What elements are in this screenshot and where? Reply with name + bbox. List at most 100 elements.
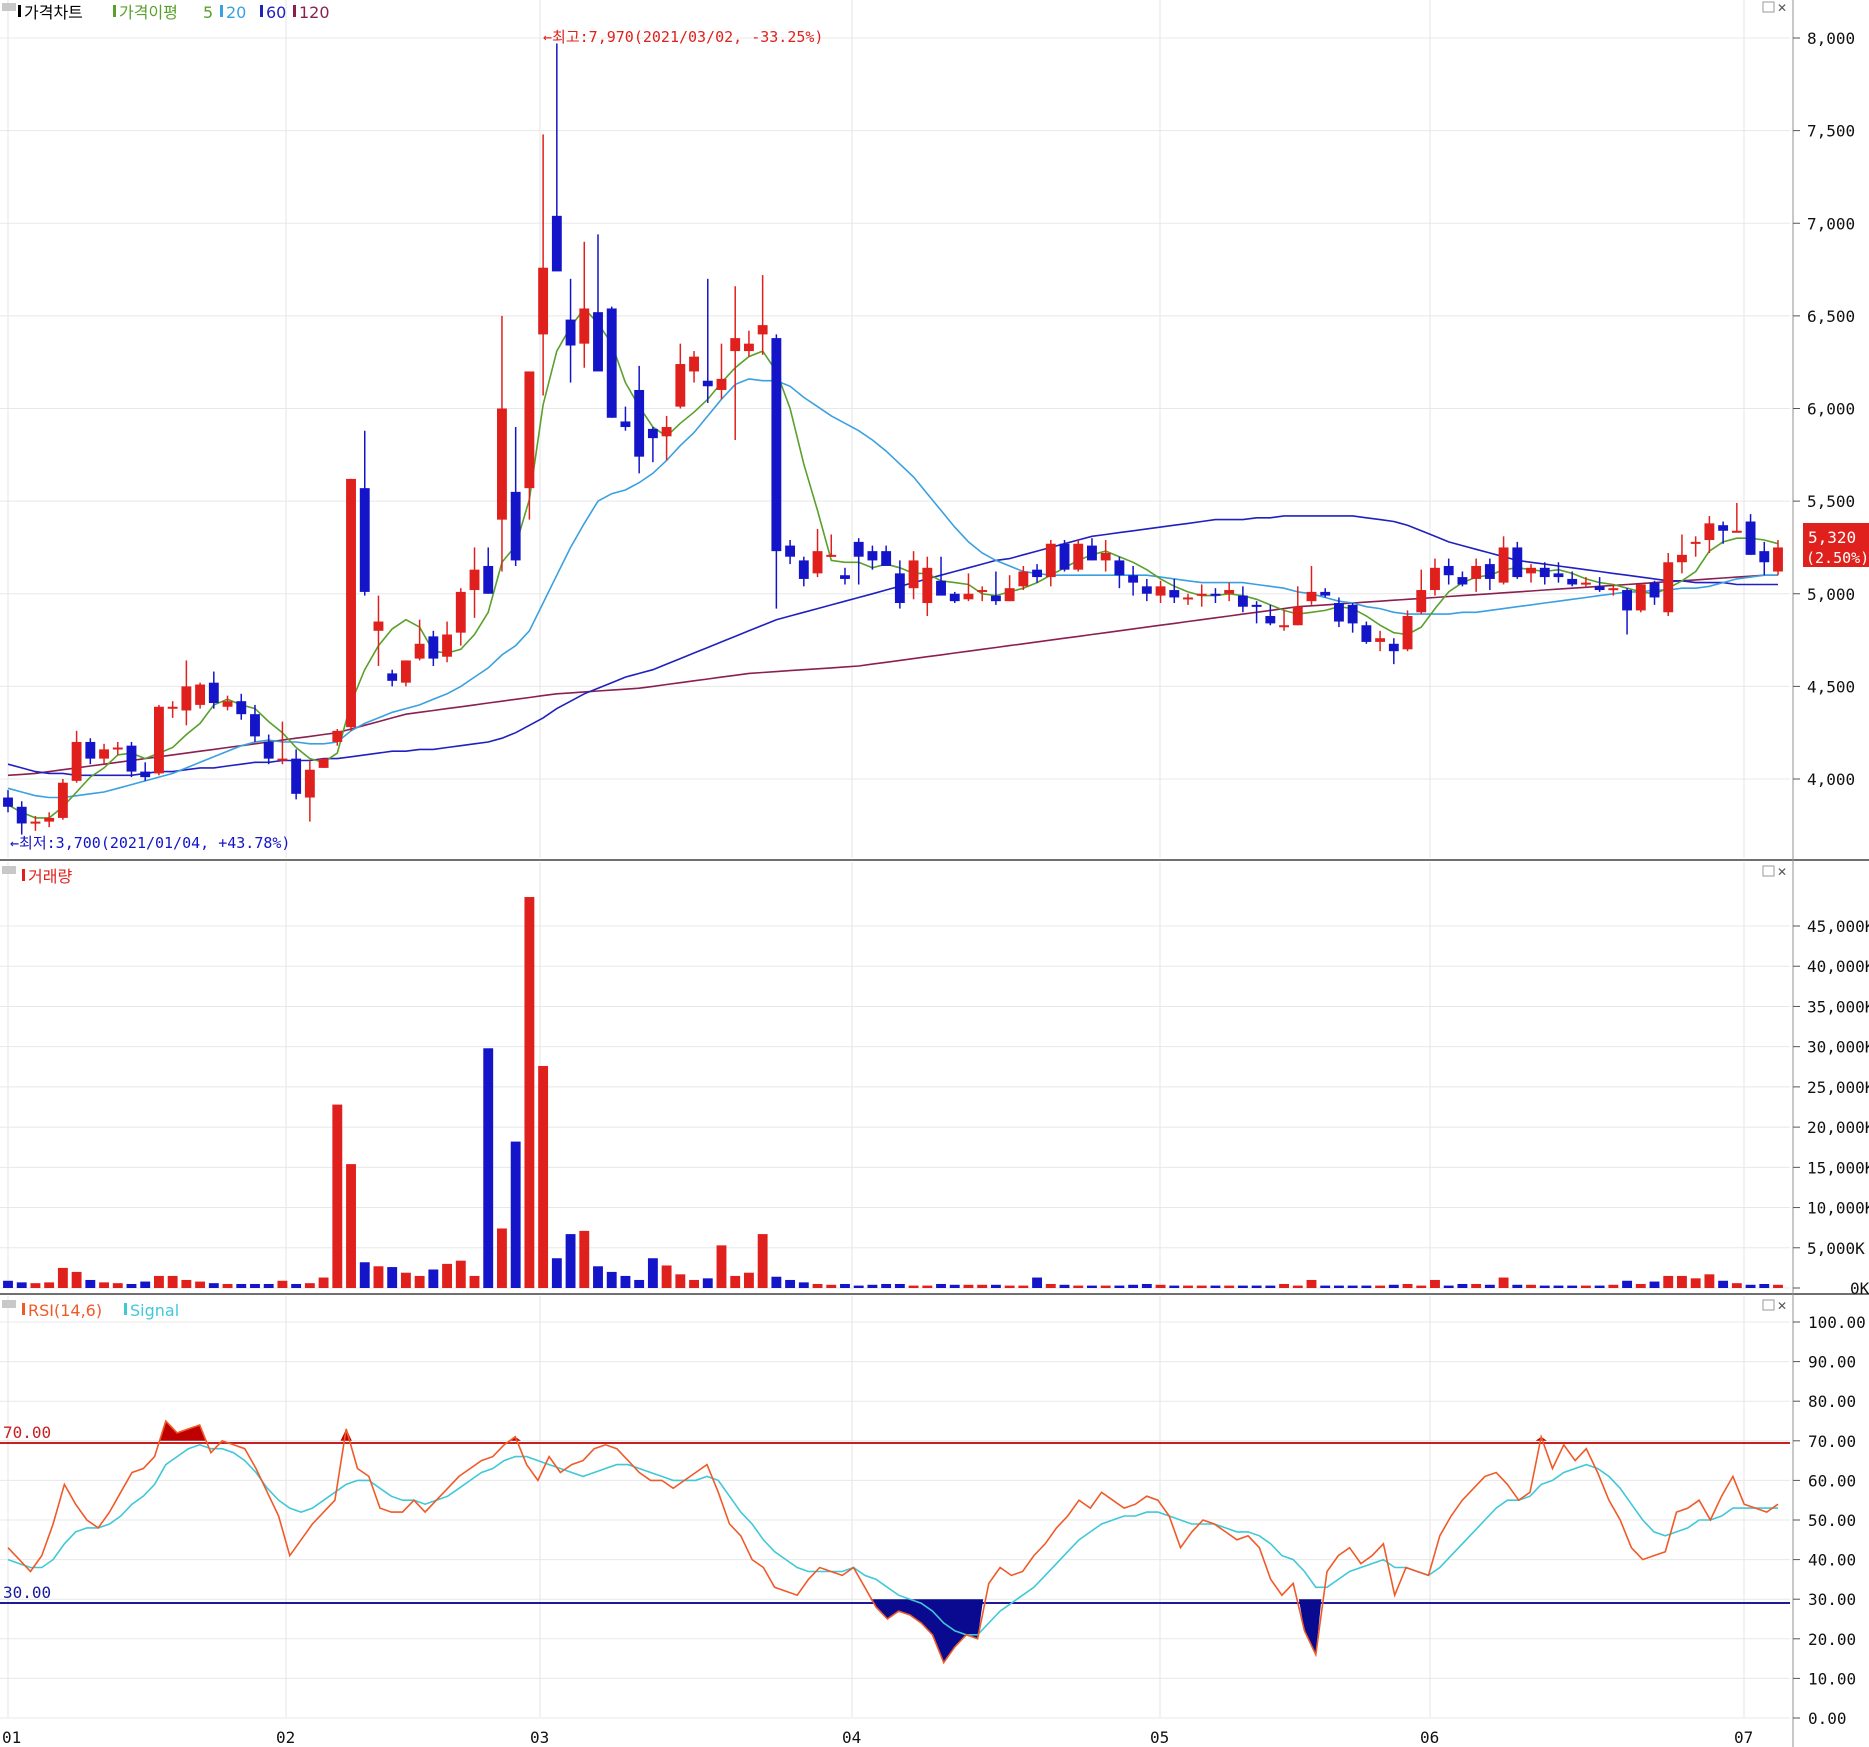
candle-body [387,673,398,681]
rsi-lower-label: 30.00 [3,1583,51,1602]
volume-bar [181,1279,192,1288]
price-tick-label: 8,000 [1807,29,1855,48]
candle-body [359,488,370,592]
panel-toggle-icon[interactable] [2,1300,16,1308]
volume-bar [1224,1285,1235,1288]
volume-bar [85,1279,96,1288]
candle-body [1443,565,1454,576]
price-tick-label: 4,500 [1807,677,1855,696]
candle-body [263,741,274,759]
month-label: 05 [1150,1728,1169,1747]
volume-bar [812,1283,823,1288]
candle-body [208,682,219,704]
candle-body [1375,638,1386,642]
volume-bar [1279,1283,1289,1288]
price-tick-label: 6,500 [1807,307,1855,326]
candle-body [1114,560,1125,576]
volume-bar [1539,1285,1550,1288]
rsi-tick-label: 60.00 [1808,1471,1856,1490]
volume-bar [1032,1277,1043,1288]
volume-bar [167,1275,178,1288]
rsi-tick-label: 10.00 [1808,1669,1856,1688]
volume-bar [1512,1284,1523,1288]
rsi-tick-label: 30.00 [1808,1590,1856,1609]
price-legend[interactable]: 가격차트 가격이평 5 20 60 120 [2,3,330,22]
candle-body [1471,565,1482,579]
volume-bar [1196,1285,1207,1288]
volume-bar [428,1269,439,1288]
volume-tick-label: 30,000K [1807,1038,1869,1057]
volume-bar [469,1275,480,1288]
legend-marker-ma [113,5,116,17]
volume-bar [716,1245,727,1288]
low-annotation: ←최저:3,700(2021/01/04, +43.78%) [10,834,290,852]
volume-bar [1731,1283,1742,1288]
candle-body [400,660,411,683]
candle-body [112,747,123,750]
volume-bar [291,1283,302,1288]
volume-bar [675,1274,686,1288]
candle-body [647,428,658,439]
candle-body [1416,590,1427,613]
volume-bar [208,1283,219,1288]
minimize-icon[interactable] [1762,1299,1775,1311]
candle-body [551,215,562,272]
candle-body [153,706,164,774]
volume-bar [1635,1283,1646,1288]
minimize-icon[interactable] [1762,865,1775,877]
price-tick-label: 5,000 [1807,585,1855,604]
candle-body [1553,573,1564,578]
candle-body [1073,543,1084,570]
candle-body [922,567,933,604]
candle-body [1402,615,1413,650]
candle-body [455,591,466,633]
candle-body [126,745,137,772]
volume-bar [455,1260,466,1288]
volume-bar [538,1065,549,1288]
volume-tick-label: 40,000K [1807,957,1869,976]
volume-tick-label: 5,000K [1807,1239,1865,1258]
panel-toggle-icon[interactable] [2,3,16,11]
candle-body [1128,575,1139,583]
volume-bar [1306,1279,1317,1288]
candle-body [812,551,823,574]
volume-bar [593,1266,603,1288]
close-icon[interactable]: ✕ [1777,865,1787,879]
candle-body [936,580,946,596]
rsi-legend[interactable]: RSI(14,6) Signal [2,1300,179,1320]
volume-bar [1361,1285,1372,1288]
close-icon[interactable]: ✕ [1777,1299,1787,1313]
candle-body [1457,577,1468,585]
candle-body [1279,625,1289,628]
minimize-icon[interactable] [1762,1,1775,13]
volume-bar [140,1281,151,1288]
volume-bar [579,1230,590,1288]
volume-bar [1526,1284,1536,1288]
volume-bar [771,1276,782,1288]
candle-body [469,569,480,591]
candle-body [826,554,837,557]
volume-tick-label: 45,000K [1807,917,1869,936]
candle-body [1526,567,1536,574]
volume-bar [510,1141,521,1288]
candle-body [1032,569,1043,578]
candle-body [1155,586,1166,596]
volume-bar [1649,1281,1660,1288]
month-label: 02 [276,1728,295,1747]
candle-body [1224,590,1235,594]
volume-bar [1292,1285,1303,1288]
candle-body [85,741,96,759]
candle-body [222,701,233,707]
volume-bar [1402,1283,1413,1288]
candle-body [291,758,302,794]
legend-marker-price [18,5,21,17]
candle-body [977,590,988,593]
candle-body [1731,530,1742,533]
volume-bar [1155,1284,1166,1288]
close-icon[interactable]: ✕ [1777,1,1787,15]
price-tick-label: 7,500 [1807,122,1855,141]
stock-chart[interactable]: 8,000 7,500 7,000 6,500 6,000 5,500 5,000 4,500… [0,0,1869,1747]
candle-body [798,560,809,579]
panel-toggle-icon[interactable] [2,866,16,874]
candle-body [593,312,603,372]
